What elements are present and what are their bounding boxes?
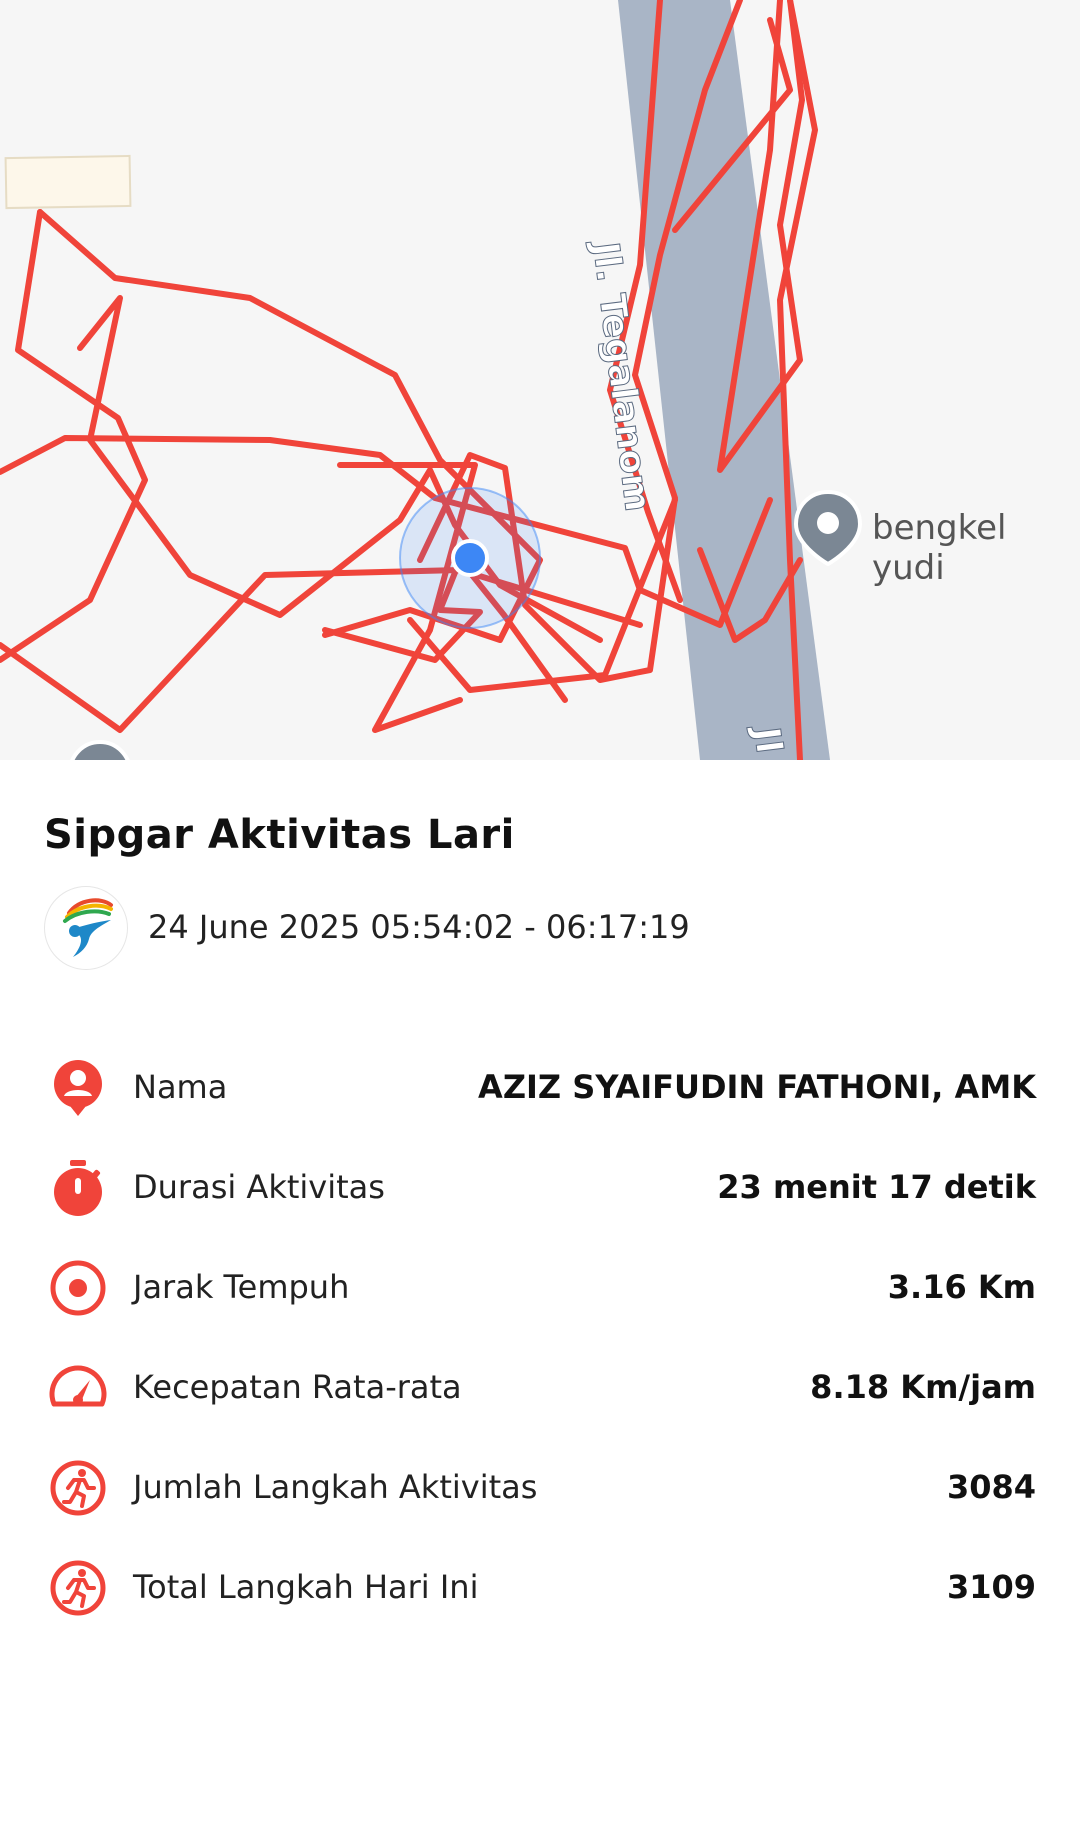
row-value: 23 menit 17 detik bbox=[717, 1168, 1036, 1206]
sipgar-logo bbox=[44, 886, 128, 970]
activity-panel: Sipgar Aktivitas Lari 24 June 2025 05:54… bbox=[0, 760, 1080, 1822]
info-row-kecepatan: Kecepatan Rata-rata 8.18 Km/jam bbox=[0, 1350, 1080, 1430]
route-map[interactable]: Jl. Tegalanom Jl bengkel yudi bbox=[0, 0, 1080, 760]
info-row-jumlah-langkah: Jumlah Langkah Aktivitas 3084 bbox=[0, 1450, 1080, 1530]
row-label: Durasi Aktivitas bbox=[133, 1168, 385, 1206]
row-label: Nama bbox=[133, 1068, 228, 1106]
runner-icon bbox=[50, 1560, 106, 1616]
building bbox=[4, 154, 132, 210]
row-label: Kecepatan Rata-rata bbox=[133, 1368, 462, 1406]
row-label: Jumlah Langkah Aktivitas bbox=[133, 1468, 538, 1506]
poi-pin-icon[interactable] bbox=[793, 489, 863, 567]
row-label: Total Langkah Hari Ini bbox=[133, 1568, 479, 1606]
street-label-partial: Jl bbox=[745, 725, 790, 757]
info-row-jarak: Jarak Tempuh 3.16 Km bbox=[0, 1250, 1080, 1330]
info-row-nama: Nama AZIZ SYAIFUDIN FATHONI, AMK bbox=[0, 1050, 1080, 1130]
poi-pin-partial-icon[interactable] bbox=[70, 740, 130, 760]
person-icon bbox=[54, 1060, 102, 1116]
row-value: 3084 bbox=[946, 1468, 1036, 1506]
activity-title: Sipgar Aktivitas Lari bbox=[44, 812, 515, 858]
activity-datetime: 24 June 2025 05:54:02 - 06:17:19 bbox=[148, 908, 690, 946]
info-row-total-langkah: Total Langkah Hari Ini 3109 bbox=[0, 1550, 1080, 1630]
current-location-dot bbox=[451, 539, 489, 577]
row-value: 8.18 Km/jam bbox=[810, 1368, 1036, 1406]
target-icon bbox=[50, 1260, 106, 1316]
stopwatch-icon bbox=[54, 1160, 102, 1216]
row-value: AZIZ SYAIFUDIN FATHONI, AMK bbox=[478, 1068, 1036, 1106]
row-value: 3109 bbox=[946, 1568, 1036, 1606]
poi-label[interactable]: bengkel yudi bbox=[872, 508, 1080, 588]
row-label: Jarak Tempuh bbox=[133, 1268, 350, 1306]
row-value: 3.16 Km bbox=[887, 1268, 1036, 1306]
info-row-durasi: Durasi Aktivitas 23 menit 17 detik bbox=[0, 1150, 1080, 1230]
map-canvas bbox=[0, 0, 863, 760]
speedometer-icon bbox=[49, 1365, 107, 1407]
runner-icon bbox=[50, 1460, 106, 1516]
